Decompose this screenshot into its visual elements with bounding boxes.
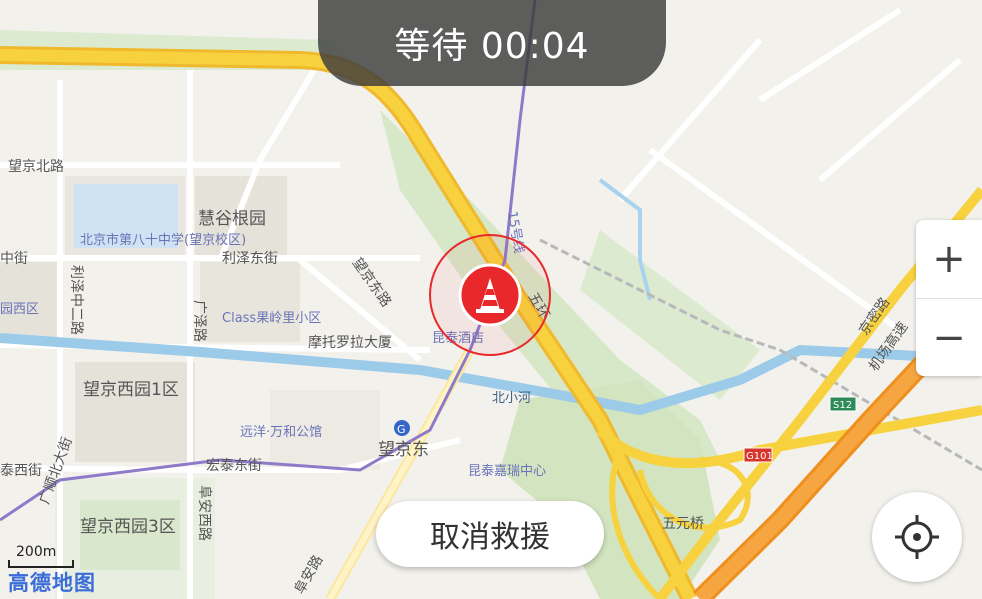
river-beixiao: 北小河 bbox=[492, 391, 531, 406]
metro-station-icon: G bbox=[394, 420, 410, 436]
map-scale-label: 200m bbox=[16, 544, 57, 560]
place-wangjing-east-station: 望京东 bbox=[378, 440, 429, 460]
road-label-hongtai-east: 宏泰东街 bbox=[206, 458, 262, 474]
place-kuntai-center: 昆泰嘉瑞中心 bbox=[468, 464, 546, 479]
wait-timer-banner: 等待 00:04 bbox=[318, 0, 666, 86]
svg-text:G101: G101 bbox=[746, 451, 773, 462]
locate-button[interactable] bbox=[872, 492, 962, 582]
road-label-wangjing-north: 望京北路 bbox=[8, 159, 64, 175]
cancel-rescue-button[interactable]: 取消救援 bbox=[376, 501, 604, 567]
road-label-lize-middle: 利泽中二路 bbox=[68, 265, 84, 335]
road-label-fuan-west: 阜安西路 bbox=[196, 485, 213, 541]
place-wuyuan-bridge: 五元桥 bbox=[662, 516, 704, 532]
road-label-zhong: 中街 bbox=[0, 251, 28, 267]
place-yuanyang: 远洋·万和公馆 bbox=[240, 425, 322, 440]
place-wangjing-xiyuan3: 望京西园3区 bbox=[80, 517, 176, 537]
place-wangjing-xiyuan1: 望京西园1区 bbox=[83, 380, 179, 400]
svg-text:G: G bbox=[397, 423, 406, 436]
crosshair-icon bbox=[895, 515, 939, 559]
rescue-location-marker bbox=[429, 234, 551, 356]
road-label-taixi: 泰西街 bbox=[0, 463, 42, 479]
svg-text:S12: S12 bbox=[833, 400, 852, 411]
highway-shield-s12: S12 bbox=[829, 396, 857, 412]
place-class-li: Class果岭里小区 bbox=[222, 311, 321, 326]
zoom-in-button[interactable]: + bbox=[916, 220, 982, 298]
place-school: 北京市第八十中学(望京校区) bbox=[80, 232, 246, 248]
zoom-out-button[interactable]: − bbox=[916, 299, 982, 377]
highway-shield-g101: G101 bbox=[743, 447, 773, 463]
place-huigu: 慧谷根园 bbox=[198, 209, 266, 229]
road-label-guangze: 广泽路 bbox=[191, 300, 207, 342]
amap-logo: 高德地图 bbox=[8, 571, 96, 595]
wait-timer-text: 等待 00:04 bbox=[394, 26, 590, 67]
zoom-control: + − bbox=[916, 220, 982, 376]
road-label-lize-east: 利泽东街 bbox=[222, 251, 278, 267]
place-xiyuan: 园西区 bbox=[0, 302, 39, 317]
place-motorola: 摩托罗拉大厦 bbox=[308, 334, 392, 351]
